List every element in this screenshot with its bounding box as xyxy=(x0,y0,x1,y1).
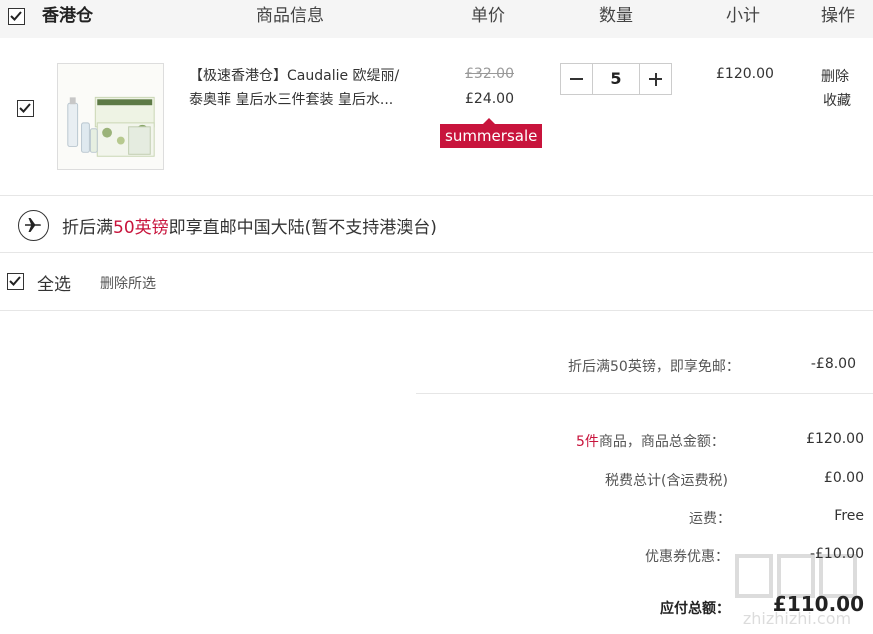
minus-icon xyxy=(570,78,583,80)
plus-icon-vertical xyxy=(654,72,657,86)
increase-quantity-button[interactable] xyxy=(639,64,671,94)
watermark-glyph: zhizhizhi.com xyxy=(735,554,857,628)
shipping-notice: 折后满50英镑即享直邮中国大陆(暂不支持港澳台) xyxy=(0,196,873,253)
check-icon xyxy=(19,103,31,113)
airplane-icon xyxy=(18,210,49,241)
store-name: 香港仓 xyxy=(42,6,93,26)
cart-header: 香港仓 商品信息 单价 数量 小计 操作 xyxy=(0,0,873,38)
goods-total-value: £120.00 xyxy=(806,431,864,447)
column-header-price: 单价 xyxy=(471,6,505,26)
favorite-item-link[interactable]: 收藏 xyxy=(823,90,851,110)
item-checkbox[interactable] xyxy=(17,100,34,117)
item-subtotal: £120.00 xyxy=(716,66,774,82)
goods-total-text: 商品，商品总金额： xyxy=(598,434,725,450)
tax-value: £0.00 xyxy=(823,470,864,486)
product-photo xyxy=(58,64,163,169)
select-all-row: 全选 删除所选 xyxy=(0,253,873,311)
select-all-checkbox[interactable] xyxy=(7,273,24,290)
tax-label: 税费总计(含运费税) xyxy=(605,473,728,489)
shipping-suffix: 即享直邮中国大陆(暂不支持港澳台) xyxy=(168,218,437,238)
product-title-line-1[interactable]: 【极速香港仓】Caudalie 欧缇丽/ xyxy=(189,64,419,88)
original-price: £32.00 xyxy=(465,66,514,82)
delete-selected-link[interactable]: 删除所选 xyxy=(100,273,156,293)
column-header-quantity: 数量 xyxy=(599,6,633,26)
shipping-notice-text: 折后满50英镑即享直邮中国大陆(暂不支持港澳台) xyxy=(62,213,437,238)
goods-total-label: 5件商品，商品总金额： xyxy=(576,431,725,451)
quantity-stepper: 5 xyxy=(560,63,672,95)
watermark-text: zhizhizhi.com xyxy=(743,609,851,628)
check-icon xyxy=(9,276,21,286)
total-label: 应付总额： xyxy=(660,601,730,617)
product-image[interactable] xyxy=(57,63,164,170)
column-header-subtotal: 小计 xyxy=(726,6,760,26)
item-count: 5件 xyxy=(576,434,599,450)
cart-item-row: 【极速香港仓】Caudalie 欧缇丽/ 泰奥菲 皇后水三件套装 皇后水... … xyxy=(0,38,873,196)
free-shipping-label: 折后满50英镑，即享免邮： xyxy=(568,359,740,375)
watermark-logo: zhizhizhi.com xyxy=(727,550,867,630)
shipping-threshold: 50英镑 xyxy=(113,218,169,238)
column-header-info: 商品信息 xyxy=(256,6,324,26)
quantity-input[interactable]: 5 xyxy=(593,64,639,94)
shipping-fee-label: 运费： xyxy=(689,511,731,527)
airplane-glyph xyxy=(25,218,41,232)
delete-item-link[interactable]: 删除 xyxy=(821,66,849,86)
free-shipping-value: -£8.00 xyxy=(810,356,856,372)
promo-tag: summersale xyxy=(440,118,543,148)
product-title-line-2[interactable]: 泰奥菲 皇后水三件套装 皇后水... xyxy=(189,88,419,112)
check-icon xyxy=(10,11,22,21)
shipping-prefix: 折后满 xyxy=(62,218,113,238)
store-checkbox[interactable] xyxy=(8,8,25,25)
summary-divider xyxy=(416,393,873,394)
decrease-quantity-button[interactable] xyxy=(561,64,593,94)
shipping-fee-value: Free xyxy=(834,508,864,524)
select-all-label[interactable]: 全选 xyxy=(37,270,71,295)
column-header-operation: 操作 xyxy=(821,6,855,26)
product-title[interactable]: 【极速香港仓】Caudalie 欧缇丽/ 泰奥菲 皇后水三件套装 皇后水... xyxy=(189,64,419,112)
coupon-label: 优惠券优惠： xyxy=(645,549,729,565)
current-price: £24.00 xyxy=(465,91,514,107)
